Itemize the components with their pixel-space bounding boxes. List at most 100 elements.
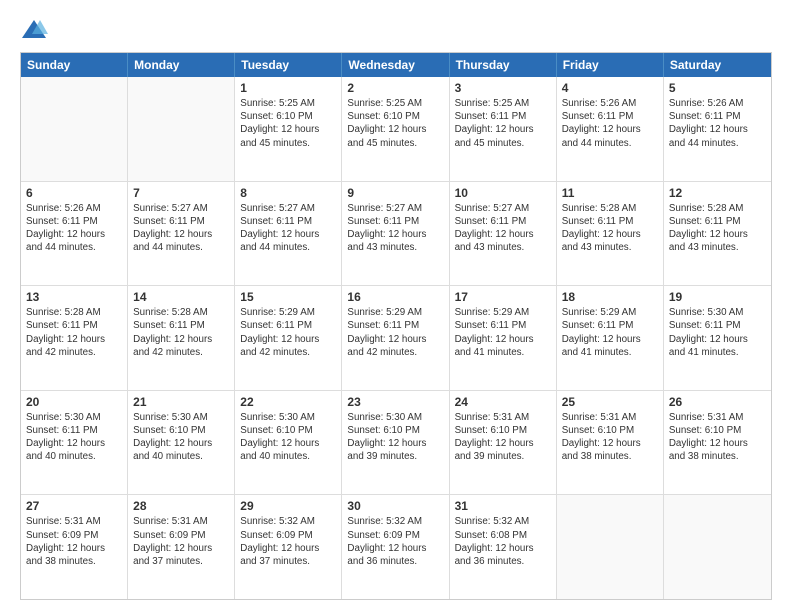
- cell-sun-info: Sunrise: 5:25 AM Sunset: 6:10 PM Dayligh…: [240, 97, 336, 150]
- calendar-header-row: SundayMondayTuesdayWednesdayThursdayFrid…: [21, 53, 771, 77]
- calendar-cell: 31 Sunrise: 5:32 AM Sunset: 6:08 PM Dayli…: [450, 495, 557, 599]
- day-number: 24: [455, 395, 551, 409]
- calendar-cell: [557, 495, 664, 599]
- calendar-cell: 23Sunrise: 5:30 AM Sunset: 6:10 PM Dayli…: [342, 391, 449, 495]
- cell-sun-info: Sunrise: 5:31 AM Sunset: 6:10 PM Dayligh…: [562, 411, 658, 464]
- cell-sun-info: Sunrise: 5:29 AM Sunset: 6:11 PM Dayligh…: [240, 306, 336, 359]
- calendar-cell: 14 Sunrise: 5:28 AM Sunset: 6:11 PM Dayli…: [128, 286, 235, 390]
- calendar-cell: 28Sunrise: 5:31 AM Sunset: 6:09 PM Dayli…: [128, 495, 235, 599]
- cell-sun-info: Sunrise: 5:25 AM Sunset: 6:10 PM Dayligh…: [347, 97, 443, 150]
- calendar-week: 20Sunrise: 5:30 AM Sunset: 6:11 PM Dayli…: [21, 391, 771, 496]
- day-number: 4: [562, 81, 658, 95]
- cell-sun-info: Sunrise: 5:30 AM Sunset: 6:10 PM Dayligh…: [240, 411, 336, 464]
- cell-sun-info: Sunrise: 5:27 AM Sunset: 6:11 PM Dayligh…: [455, 202, 551, 255]
- calendar-cell: [664, 495, 771, 599]
- cell-sun-info: Sunrise: 5:28 AM Sunset: 6:11 PM Dayligh…: [26, 306, 122, 359]
- cal-header-cell: Sunday: [21, 53, 128, 77]
- logo: [20, 16, 52, 44]
- calendar-week: 27Sunrise: 5:31 AM Sunset: 6:09 PM Dayli…: [21, 495, 771, 599]
- cell-sun-info: Sunrise: 5:27 AM Sunset: 6:11 PM Dayligh…: [133, 202, 229, 255]
- calendar-week: 13 Sunrise: 5:28 AM Sunset: 6:11 PM Dayli…: [21, 286, 771, 391]
- cell-sun-info: Sunrise: 5:32 AM Sunset: 6:09 PM Dayligh…: [240, 515, 336, 568]
- calendar-cell: 12Sunrise: 5:28 AM Sunset: 6:11 PM Dayli…: [664, 182, 771, 286]
- cell-sun-info: Sunrise: 5:27 AM Sunset: 6:11 PM Dayligh…: [347, 202, 443, 255]
- day-number: 25: [562, 395, 658, 409]
- cell-sun-info: Sunrise: 5:29 AM Sunset: 6:11 PM Dayligh…: [562, 306, 658, 359]
- day-number: 14: [133, 290, 229, 304]
- calendar-cell: 3Sunrise: 5:25 AM Sunset: 6:11 PM Daylig…: [450, 77, 557, 181]
- calendar-cell: 2 Sunrise: 5:25 AM Sunset: 6:10 PM Daylig…: [342, 77, 449, 181]
- day-number: 1: [240, 81, 336, 95]
- calendar-week: 1 Sunrise: 5:25 AM Sunset: 6:10 PM Daylig…: [21, 77, 771, 182]
- day-number: 29: [240, 499, 336, 513]
- cell-sun-info: Sunrise: 5:29 AM Sunset: 6:11 PM Dayligh…: [455, 306, 551, 359]
- cell-sun-info: Sunrise: 5:27 AM Sunset: 6:11 PM Dayligh…: [240, 202, 336, 255]
- calendar-cell: 17 Sunrise: 5:29 AM Sunset: 6:11 PM Dayli…: [450, 286, 557, 390]
- logo-icon: [20, 16, 48, 44]
- day-number: 22: [240, 395, 336, 409]
- day-number: 18: [562, 290, 658, 304]
- day-number: 20: [26, 395, 122, 409]
- calendar-cell: [21, 77, 128, 181]
- cal-header-cell: Friday: [557, 53, 664, 77]
- calendar-cell: 6 Sunrise: 5:26 AM Sunset: 6:11 PM Daylig…: [21, 182, 128, 286]
- calendar-cell: 5Sunrise: 5:26 AM Sunset: 6:11 PM Daylig…: [664, 77, 771, 181]
- day-number: 11: [562, 186, 658, 200]
- day-number: 31: [455, 499, 551, 513]
- calendar-cell: 11 Sunrise: 5:28 AM Sunset: 6:11 PM Dayli…: [557, 182, 664, 286]
- calendar-body: 1 Sunrise: 5:25 AM Sunset: 6:10 PM Daylig…: [21, 77, 771, 599]
- day-number: 26: [669, 395, 766, 409]
- calendar-cell: 13 Sunrise: 5:28 AM Sunset: 6:11 PM Dayli…: [21, 286, 128, 390]
- day-number: 30: [347, 499, 443, 513]
- calendar-cell: 1 Sunrise: 5:25 AM Sunset: 6:10 PM Daylig…: [235, 77, 342, 181]
- calendar-cell: 22 Sunrise: 5:30 AM Sunset: 6:10 PM Dayli…: [235, 391, 342, 495]
- calendar-cell: 25 Sunrise: 5:31 AM Sunset: 6:10 PM Dayli…: [557, 391, 664, 495]
- header: [20, 16, 772, 44]
- cell-sun-info: Sunrise: 5:30 AM Sunset: 6:10 PM Dayligh…: [347, 411, 443, 464]
- day-number: 8: [240, 186, 336, 200]
- day-number: 28: [133, 499, 229, 513]
- calendar-week: 6 Sunrise: 5:26 AM Sunset: 6:11 PM Daylig…: [21, 182, 771, 287]
- day-number: 6: [26, 186, 122, 200]
- calendar-cell: 30 Sunrise: 5:32 AM Sunset: 6:09 PM Dayli…: [342, 495, 449, 599]
- day-number: 17: [455, 290, 551, 304]
- cell-sun-info: Sunrise: 5:32 AM Sunset: 6:08 PM Dayligh…: [455, 515, 551, 568]
- day-number: 27: [26, 499, 122, 513]
- calendar-cell: 10 Sunrise: 5:27 AM Sunset: 6:11 PM Dayli…: [450, 182, 557, 286]
- calendar-cell: 7Sunrise: 5:27 AM Sunset: 6:11 PM Daylig…: [128, 182, 235, 286]
- calendar-cell: 8 Sunrise: 5:27 AM Sunset: 6:11 PM Daylig…: [235, 182, 342, 286]
- day-number: 12: [669, 186, 766, 200]
- cell-sun-info: Sunrise: 5:32 AM Sunset: 6:09 PM Dayligh…: [347, 515, 443, 568]
- calendar-cell: 9Sunrise: 5:27 AM Sunset: 6:11 PM Daylig…: [342, 182, 449, 286]
- day-number: 15: [240, 290, 336, 304]
- calendar-cell: 20Sunrise: 5:30 AM Sunset: 6:11 PM Dayli…: [21, 391, 128, 495]
- cal-header-cell: Wednesday: [342, 53, 449, 77]
- day-number: 3: [455, 81, 551, 95]
- day-number: 2: [347, 81, 443, 95]
- cell-sun-info: Sunrise: 5:28 AM Sunset: 6:11 PM Dayligh…: [133, 306, 229, 359]
- cell-sun-info: Sunrise: 5:31 AM Sunset: 6:10 PM Dayligh…: [669, 411, 766, 464]
- day-number: 16: [347, 290, 443, 304]
- day-number: 13: [26, 290, 122, 304]
- cell-sun-info: Sunrise: 5:28 AM Sunset: 6:11 PM Dayligh…: [562, 202, 658, 255]
- cell-sun-info: Sunrise: 5:26 AM Sunset: 6:11 PM Dayligh…: [562, 97, 658, 150]
- calendar-cell: 18 Sunrise: 5:29 AM Sunset: 6:11 PM Dayli…: [557, 286, 664, 390]
- calendar-cell: 21Sunrise: 5:30 AM Sunset: 6:10 PM Dayli…: [128, 391, 235, 495]
- cal-header-cell: Tuesday: [235, 53, 342, 77]
- calendar-cell: 26 Sunrise: 5:31 AM Sunset: 6:10 PM Dayli…: [664, 391, 771, 495]
- calendar-cell: 4 Sunrise: 5:26 AM Sunset: 6:11 PM Daylig…: [557, 77, 664, 181]
- calendar-cell: 24 Sunrise: 5:31 AM Sunset: 6:10 PM Dayli…: [450, 391, 557, 495]
- cell-sun-info: Sunrise: 5:26 AM Sunset: 6:11 PM Dayligh…: [26, 202, 122, 255]
- day-number: 19: [669, 290, 766, 304]
- cal-header-cell: Monday: [128, 53, 235, 77]
- cell-sun-info: Sunrise: 5:31 AM Sunset: 6:10 PM Dayligh…: [455, 411, 551, 464]
- day-number: 10: [455, 186, 551, 200]
- calendar-cell: [128, 77, 235, 181]
- cal-header-cell: Saturday: [664, 53, 771, 77]
- cell-sun-info: Sunrise: 5:30 AM Sunset: 6:10 PM Dayligh…: [133, 411, 229, 464]
- cell-sun-info: Sunrise: 5:29 AM Sunset: 6:11 PM Dayligh…: [347, 306, 443, 359]
- calendar-cell: 19Sunrise: 5:30 AM Sunset: 6:11 PM Dayli…: [664, 286, 771, 390]
- calendar-cell: 27Sunrise: 5:31 AM Sunset: 6:09 PM Dayli…: [21, 495, 128, 599]
- cal-header-cell: Thursday: [450, 53, 557, 77]
- calendar-cell: 15 Sunrise: 5:29 AM Sunset: 6:11 PM Dayli…: [235, 286, 342, 390]
